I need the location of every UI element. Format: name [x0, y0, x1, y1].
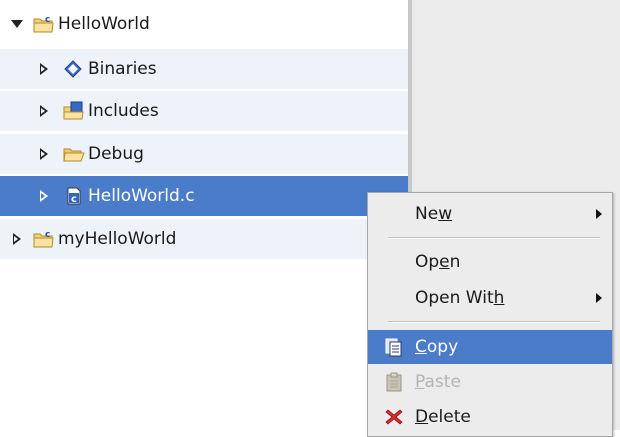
svg-text:c: c [71, 194, 77, 205]
label-text: Ne [415, 204, 439, 224]
menu-item-copy[interactable]: Copy [368, 330, 612, 364]
expand-toggle-collapsed-icon[interactable] [40, 190, 48, 202]
tree-item-debug[interactable]: Debug [0, 134, 408, 174]
tree-item-label: Includes [88, 101, 159, 121]
expand-toggle-collapsed-icon[interactable] [40, 148, 48, 160]
expand-toggle-expanded-icon[interactable] [11, 20, 23, 28]
tree-item-helloworld-project[interactable]: c HelloWorld [0, 4, 408, 44]
tree-item-label: Debug [88, 144, 144, 164]
label-text: elete [428, 407, 471, 427]
menu-separator [388, 237, 600, 239]
tree-item-label: HelloWorld [58, 14, 150, 34]
context-menu: New Open Open With Copy Paste Delete [367, 192, 613, 437]
menu-item-label: New [415, 204, 452, 224]
svg-text:c: c [45, 230, 50, 240]
label-text: n [449, 252, 461, 272]
menu-item-new[interactable]: New [368, 197, 612, 231]
project-explorer-tree: c HelloWorld Binaries Includes Debug c H… [0, 0, 408, 430]
menu-item-label: Paste [415, 372, 461, 392]
folder-icon [63, 144, 85, 164]
menu-item-label: Delete [415, 407, 471, 427]
label-text: aste [424, 372, 461, 392]
menu-item-label: Open [415, 252, 460, 272]
menu-item-delete[interactable]: Delete [368, 400, 612, 434]
mnemonic-letter: D [415, 407, 429, 427]
svg-text:c: c [45, 15, 50, 25]
c-project-folder-icon: c [33, 14, 55, 34]
mnemonic-letter: h [493, 288, 505, 308]
binaries-diamond-icon [63, 59, 85, 79]
submenu-arrow-icon [596, 293, 602, 303]
mnemonic-letter: w [438, 204, 453, 224]
mnemonic-letter: e [439, 252, 450, 272]
includes-folder-icon [63, 101, 85, 121]
menu-item-label: Open With [415, 288, 504, 308]
mnemonic-letter: P [415, 372, 425, 392]
expand-toggle-collapsed-icon[interactable] [40, 105, 48, 117]
tree-item-helloworld-c[interactable]: c HelloWorld.c [0, 176, 408, 216]
expand-toggle-collapsed-icon[interactable] [40, 63, 48, 75]
copy-icon [384, 337, 404, 357]
menu-item-label: Copy [415, 337, 458, 357]
submenu-arrow-icon [596, 209, 602, 219]
label-text: Open Wit [415, 288, 494, 308]
c-project-folder-icon: c [33, 229, 55, 249]
label-text: Op [415, 252, 440, 272]
mnemonic-letter: C [415, 337, 427, 357]
tree-item-label: HelloWorld.c [88, 186, 195, 206]
delete-icon [384, 407, 404, 427]
tree-item-label: Binaries [88, 59, 157, 79]
menu-item-open-with[interactable]: Open With [368, 281, 612, 315]
tree-item-myhelloworld-project[interactable]: c myHelloWorld [0, 219, 408, 259]
paste-icon [384, 372, 404, 392]
tree-item-binaries[interactable]: Binaries [0, 49, 408, 89]
menu-item-paste: Paste [368, 365, 612, 399]
menu-item-open[interactable]: Open [368, 245, 612, 279]
label-text: opy [426, 337, 459, 357]
tree-item-label: myHelloWorld [58, 229, 177, 249]
c-source-file-icon: c [63, 186, 85, 206]
tree-item-includes[interactable]: Includes [0, 91, 408, 131]
menu-separator [388, 321, 600, 323]
expand-toggle-collapsed-icon[interactable] [13, 233, 21, 245]
